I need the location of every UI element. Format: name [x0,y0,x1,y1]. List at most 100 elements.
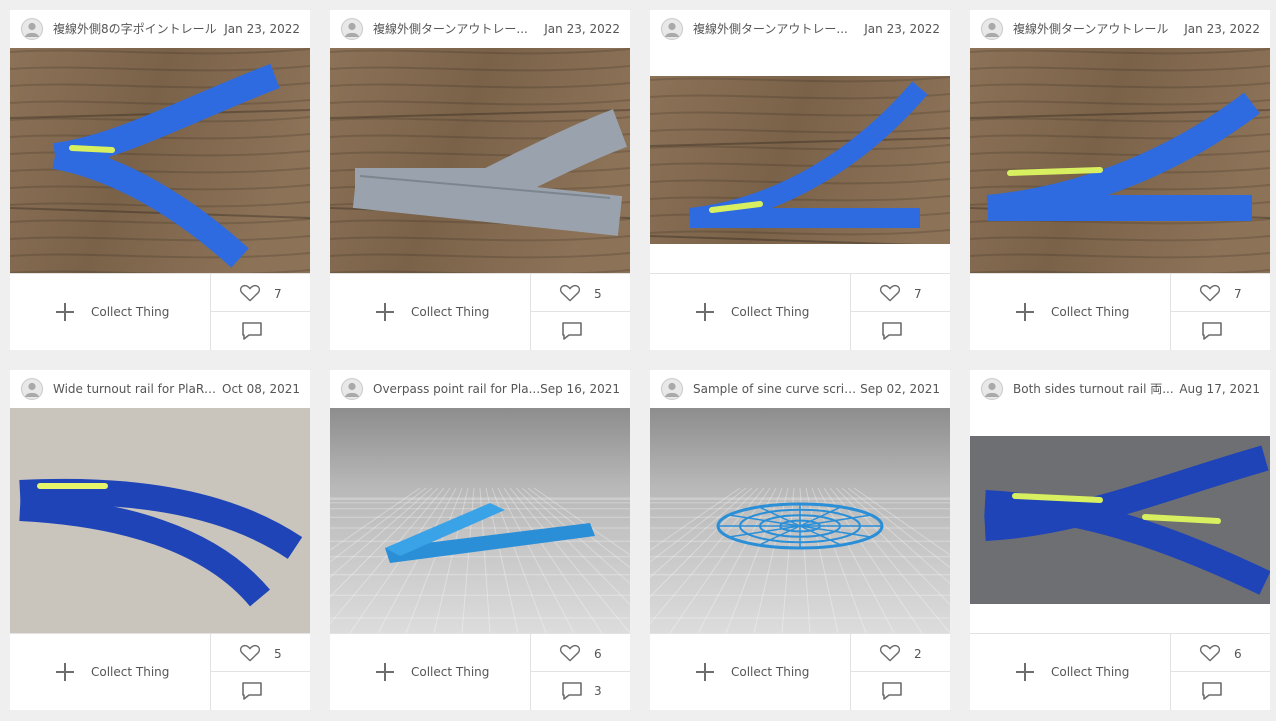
thing-title[interactable]: Sample of sine curve script... [693,381,861,397]
card-actions: Collect Thing 6 3 [330,633,630,710]
comment-button[interactable] [211,672,310,710]
plus-icon [376,303,394,321]
thing-thumbnail[interactable] [650,408,950,633]
collect-thing-button[interactable]: Collect Thing [10,634,211,710]
thing-thumbnail[interactable] [10,408,310,633]
thing-title[interactable]: 複線外側ターンアウトレー... [693,21,861,37]
card-header: 複線外側8の字ポイントレール Jan 23, 2022 [10,10,310,48]
comment-icon [882,682,902,700]
user-avatar-icon[interactable] [341,378,363,400]
thing-title[interactable]: 複線外側ターンアウトレー... [373,21,541,37]
thing-thumbnail[interactable] [970,408,1270,633]
collect-thing-button[interactable]: Collect Thing [10,274,211,350]
heart-icon [559,284,581,302]
like-button[interactable]: 7 [851,274,950,312]
thing-card: Wide turnout rail for PlaRai... Oct 08, … [10,370,310,710]
collect-thing-button[interactable]: Collect Thing [330,274,531,350]
comment-icon [562,322,582,340]
card-actions: Collect Thing 2 [650,633,950,710]
comment-icon [882,322,902,340]
collect-thing-label: Collect Thing [411,665,490,679]
plus-icon [1016,663,1034,681]
heart-icon [1199,644,1221,662]
comment-button[interactable] [851,672,950,710]
thing-title[interactable]: Overpass point rail for Pla... [373,381,541,397]
collect-thing-label: Collect Thing [411,305,490,319]
comment-button[interactable] [531,312,630,350]
thing-thumbnail[interactable] [10,48,310,273]
like-count: 2 [914,647,922,661]
collect-thing-label: Collect Thing [91,665,170,679]
card-actions: Collect Thing 6 [970,633,1270,710]
thing-title[interactable]: Wide turnout rail for PlaRai... [53,381,221,397]
comment-button[interactable]: 3 [531,672,630,710]
plus-icon [696,303,714,321]
collect-thing-button[interactable]: Collect Thing [650,634,851,710]
collect-thing-label: Collect Thing [1051,305,1130,319]
thing-card: Overpass point rail for Pla... Sep 16, 2… [330,370,630,710]
collect-thing-button[interactable]: Collect Thing [970,274,1171,350]
card-actions: Collect Thing 5 [10,633,310,710]
like-button[interactable]: 6 [1171,634,1270,672]
thing-title[interactable]: Both sides turnout rail 両... [1013,381,1181,397]
comment-button[interactable] [851,312,950,350]
like-count: 6 [594,647,602,661]
user-avatar-icon[interactable] [661,378,683,400]
thing-thumbnail[interactable] [650,48,950,273]
collect-thing-label: Collect Thing [731,305,810,319]
like-count: 7 [274,287,282,301]
like-button[interactable]: 2 [851,634,950,672]
thing-title[interactable]: 複線外側ターンアウトレール [1013,21,1181,37]
plus-icon [376,663,394,681]
user-avatar-icon[interactable] [661,18,683,40]
card-header: Sample of sine curve script... Sep 02, 2… [650,370,950,408]
thing-title[interactable]: 複線外側8の字ポイントレール [53,21,221,37]
card-header: 複線外側ターンアウトレー... Jan 23, 2022 [330,10,630,48]
thing-card: 複線外側ターンアウトレー... Jan 23, 2022 Collect Thi… [330,10,630,350]
heart-icon [879,284,901,302]
heart-icon [559,644,581,662]
comment-button[interactable] [1171,312,1270,350]
plus-icon [696,663,714,681]
thing-date: Sep 16, 2021 [540,382,620,396]
comment-icon [562,682,582,700]
thing-card: Sample of sine curve script... Sep 02, 2… [650,370,950,710]
collect-thing-button[interactable]: Collect Thing [330,634,531,710]
like-count: 6 [1234,647,1242,661]
like-count: 7 [914,287,922,301]
thing-thumbnail[interactable] [330,48,630,273]
heart-icon [879,644,901,662]
comment-icon [242,322,262,340]
thing-date: Jan 23, 2022 [224,22,300,36]
user-avatar-icon[interactable] [21,378,43,400]
card-header: 複線外側ターンアウトレール Jan 23, 2022 [970,10,1270,48]
thing-card: 複線外側ターンアウトレー... Jan 23, 2022 Collect Thi… [650,10,950,350]
user-avatar-icon[interactable] [341,18,363,40]
like-button[interactable]: 7 [211,274,310,312]
comment-button[interactable] [211,312,310,350]
plus-icon [56,663,74,681]
user-avatar-icon[interactable] [981,378,1003,400]
thing-date: Sep 02, 2021 [860,382,940,396]
collect-thing-button[interactable]: Collect Thing [650,274,851,350]
things-grid: 複線外側8の字ポイントレール Jan 23, 2022 Collect Thin… [0,0,1276,721]
collect-thing-button[interactable]: Collect Thing [970,634,1171,710]
collect-thing-label: Collect Thing [731,665,810,679]
thing-thumbnail[interactable] [330,408,630,633]
like-button[interactable]: 5 [531,274,630,312]
user-avatar-icon[interactable] [21,18,43,40]
plus-icon [1016,303,1034,321]
thing-card: 複線外側ターンアウトレール Jan 23, 2022 Collect Thing… [970,10,1270,350]
comment-icon [242,682,262,700]
card-actions: Collect Thing 7 [970,273,1270,350]
heart-icon [239,284,261,302]
thing-card: Both sides turnout rail 両... Aug 17, 202… [970,370,1270,710]
thing-card: 複線外側8の字ポイントレール Jan 23, 2022 Collect Thin… [10,10,310,350]
comment-button[interactable] [1171,672,1270,710]
like-button[interactable]: 5 [211,634,310,672]
like-button[interactable]: 7 [1171,274,1270,312]
user-avatar-icon[interactable] [981,18,1003,40]
thing-thumbnail[interactable] [970,48,1270,273]
like-button[interactable]: 6 [531,634,630,672]
plus-icon [56,303,74,321]
